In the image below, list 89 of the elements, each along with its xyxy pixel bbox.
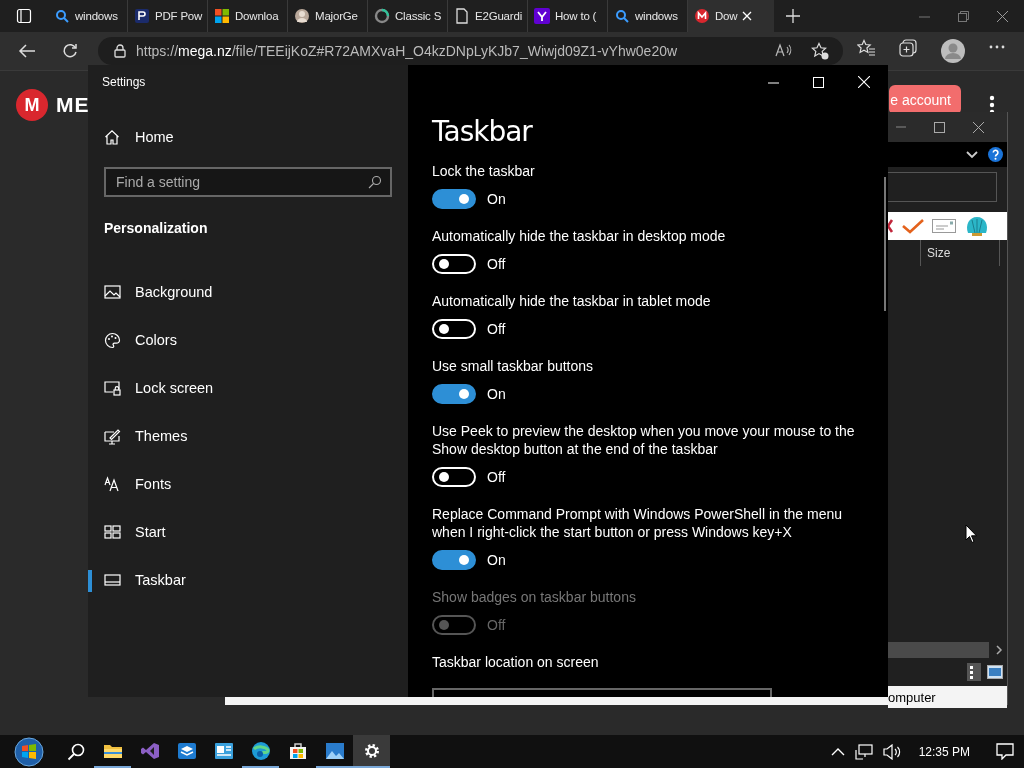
maximize-icon[interactable]: [934, 121, 945, 133]
toggle-state: Off: [487, 469, 506, 485]
setting-label: Lock the taskbar: [432, 162, 535, 180]
setting-label: Automatically hide the taskbar in tablet mode: [432, 292, 711, 310]
lock-icon: [114, 44, 126, 58]
setting-label: Replace Command Prompt with Windows PowerShell in the menu when I right-click the start button or press Windows key+X: [432, 505, 844, 541]
nav-item[interactable]: Colors: [88, 316, 177, 364]
cross-icon[interactable]: [888, 218, 894, 234]
section-title: Personalization: [104, 220, 209, 236]
network-icon[interactable]: [854, 743, 873, 760]
page-heading: Taskbar: [432, 115, 534, 148]
monitor-brush-icon: [104, 427, 121, 445]
nav-item[interactable]: Taskbar: [88, 556, 186, 604]
logo-text: ME: [56, 93, 90, 117]
window-title: Settings: [101, 74, 147, 91]
ring-icon: [374, 8, 390, 24]
mega-icon: [694, 8, 710, 24]
document-icon: [454, 8, 470, 24]
notification-icon[interactable]: [996, 743, 1014, 760]
preview-view-icon[interactable]: [987, 665, 1003, 679]
picture-icon: [104, 283, 121, 301]
search-icon: [614, 8, 630, 24]
taskbar-icon: [104, 571, 121, 589]
avatar-icon: [294, 8, 310, 24]
font-icon: [104, 475, 121, 493]
toggle-switch[interactable]: [432, 189, 476, 209]
details-view-icon[interactable]: [967, 663, 981, 681]
column-header[interactable]: Size: [920, 240, 1000, 266]
help-icon[interactable]: [988, 147, 1003, 162]
browser-tab[interactable]: Dow: [688, 0, 774, 32]
address-bar[interactable]: https://mega.nz/file/TEEijKoZ#R72AMXvaH_O4kzDNpLyKJb7_Wiwjd09Z1-vYhw0e20w: [98, 37, 843, 65]
toggle-switch[interactable]: [432, 550, 476, 570]
setting-label: Automatically hide the taskbar in desktop mode: [432, 227, 726, 245]
scroll-right-icon[interactable]: [995, 645, 1003, 655]
tiles-icon: [104, 523, 121, 541]
logo-badge: M: [16, 89, 48, 121]
search-field[interactable]: Find a setting: [104, 167, 392, 197]
toggle-switch[interactable]: [432, 384, 476, 404]
nav-item[interactable]: Background: [88, 268, 213, 316]
shell-icon[interactable]: [964, 215, 990, 237]
toggle-state: Off: [487, 256, 506, 272]
scrollbar[interactable]: [884, 177, 886, 311]
new-tab-icon[interactable]: [786, 9, 800, 23]
start-orb-icon[interactable]: [14, 736, 44, 767]
edge-icon: [249, 739, 272, 762]
close-icon[interactable]: [997, 10, 1008, 22]
nav-item[interactable]: Start: [88, 508, 166, 556]
chevron-up-icon[interactable]: [830, 747, 845, 756]
toggle-state: On: [487, 191, 506, 207]
search-icon: [54, 8, 70, 24]
favorites-icon[interactable]: [857, 39, 875, 57]
status-text: omputer: [888, 689, 936, 705]
profile-avatar-icon[interactable]: [941, 39, 965, 63]
nav-item[interactable]: Lock screen: [88, 364, 214, 412]
windows-logo-icon: [214, 8, 230, 24]
search-icon[interactable]: [67, 742, 85, 761]
screen-lock-icon: [104, 379, 121, 397]
palette-icon: [104, 331, 121, 349]
envelope-icon[interactable]: [932, 218, 956, 234]
search-icon[interactable]: [368, 175, 382, 189]
nav-item[interactable]: Themes: [88, 412, 188, 460]
taskbar-app-button[interactable]: [353, 735, 390, 768]
setting-label: Use Peek to preview the desktop when you move your mouse to the Show desktop button at the end of the taskbar: [432, 422, 856, 458]
toggle-state: Off: [487, 321, 506, 337]
pdf-icon: [134, 8, 150, 24]
nav-item[interactable]: Fonts: [88, 460, 172, 508]
collections-icon[interactable]: [899, 39, 917, 57]
home-link[interactable]: Home: [104, 129, 174, 145]
clock[interactable]: 12:35 PM: [918, 744, 970, 759]
setting-label: Taskbar location on screen: [432, 653, 599, 671]
close-icon[interactable]: [973, 121, 984, 133]
home-icon: [104, 129, 120, 145]
toggle-state: Off: [487, 617, 506, 633]
yahoo-icon: [534, 8, 550, 24]
read-aloud-icon[interactable]: [775, 42, 793, 58]
back-arrow-icon[interactable]: [18, 43, 36, 59]
toggle-state: On: [487, 386, 506, 402]
restore-icon[interactable]: [958, 10, 969, 22]
reload-icon[interactable]: [62, 43, 78, 59]
volume-icon[interactable]: [882, 743, 901, 760]
setting-label: Use small taskbar buttons: [432, 357, 594, 375]
checkmark-icon[interactable]: [902, 218, 924, 234]
chevron-down-icon[interactable]: [966, 150, 978, 159]
add-favorite-icon[interactable]: [811, 42, 829, 60]
url-text: https://mega.nz/file/TEEijKoZ#R72AMXvaH_O4kzDNpLyKJb7_Wiwjd09Z1-vYhw0e20w: [136, 43, 678, 59]
setting-label: Show badges on taskbar buttons: [432, 588, 636, 606]
toggle-state: On: [487, 552, 506, 568]
mouse-pointer-icon: [965, 524, 978, 544]
tab-actions-icon[interactable]: [16, 8, 32, 24]
